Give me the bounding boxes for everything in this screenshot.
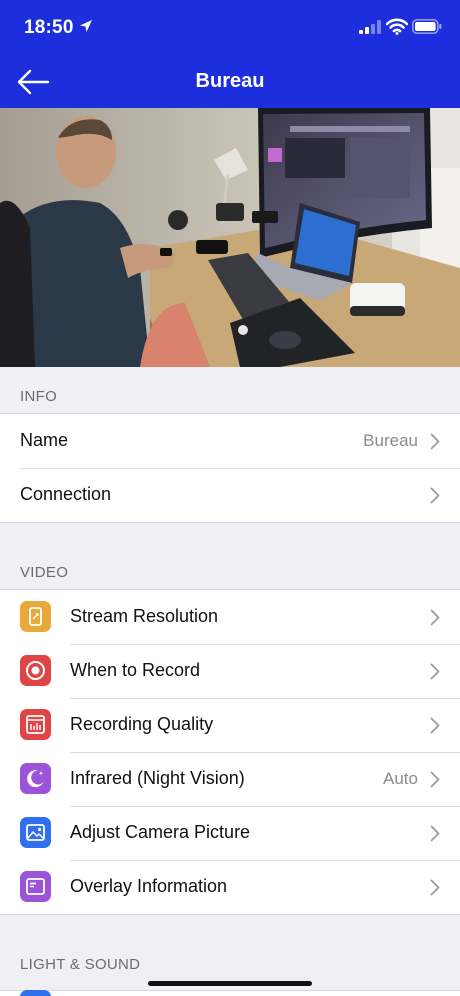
camera-snapshot-image: [0, 108, 460, 367]
camera-snapshot[interactable]: [0, 108, 460, 367]
record-icon: [20, 655, 51, 686]
row-stream-resolution[interactable]: Stream Resolution: [0, 590, 460, 644]
chevron-right-icon: [430, 433, 440, 450]
row-infrared-label: Infrared (Night Vision): [70, 768, 245, 788]
row-infrared[interactable]: Infrared (Night Vision) Auto: [0, 752, 460, 806]
chevron-right-icon: [430, 771, 440, 788]
stream-resolution-icon: [20, 601, 51, 632]
moon-icon: [20, 763, 51, 794]
row-name-value: Bureau: [363, 431, 418, 450]
row-recording-quality-label: Recording Quality: [70, 714, 214, 734]
light-sound-first-row-icon: [20, 990, 51, 996]
info-group: Name Bureau Connection: [0, 413, 460, 523]
page-title: Bureau: [195, 70, 265, 92]
recording-quality-icon: [20, 709, 51, 740]
row-name-label: Name: [20, 430, 69, 450]
home-indicator[interactable]: [148, 981, 312, 986]
light-sound-group: [0, 990, 460, 996]
status-bar: 18:50: [0, 0, 460, 56]
status-time: 18:50: [24, 17, 74, 38]
row-overlay-information-label: Overlay Information: [70, 876, 228, 896]
row-when-to-record[interactable]: When to Record: [0, 644, 460, 698]
chevron-right-icon: [430, 825, 440, 842]
picture-icon: [20, 817, 51, 848]
row-connection[interactable]: Connection: [0, 468, 460, 522]
nav-bar: Bureau: [0, 56, 460, 108]
cellular-signal-icon: [359, 20, 381, 34]
row-stream-resolution-label: Stream Resolution: [70, 606, 219, 626]
chevron-right-icon: [430, 487, 440, 504]
wifi-icon: [386, 18, 408, 35]
section-header-video: VIDEO: [20, 564, 69, 581]
chevron-right-icon: [430, 879, 440, 896]
chevron-right-icon: [430, 663, 440, 680]
row-when-to-record-label: When to Record: [70, 660, 201, 680]
row-overlay-information[interactable]: Overlay Information: [0, 860, 460, 914]
chevron-right-icon: [430, 609, 440, 626]
chevron-right-icon: [430, 717, 440, 734]
row-name[interactable]: Name Bureau: [0, 414, 460, 468]
battery-icon: [412, 19, 442, 34]
overlay-icon: [20, 871, 51, 902]
row-connection-label: Connection: [20, 484, 112, 504]
section-header-info: INFO: [20, 388, 58, 405]
row-recording-quality[interactable]: Recording Quality: [0, 698, 460, 752]
section-header-light-sound: LIGHT & SOUND: [20, 956, 141, 973]
location-arrow-icon: [80, 20, 92, 32]
video-group: Stream Resolution When to Record Recordi…: [0, 589, 460, 915]
row-infrared-value: Auto: [383, 769, 418, 788]
row-adjust-camera-picture[interactable]: Adjust Camera Picture: [0, 806, 460, 860]
row-adjust-camera-picture-label: Adjust Camera Picture: [70, 822, 251, 842]
